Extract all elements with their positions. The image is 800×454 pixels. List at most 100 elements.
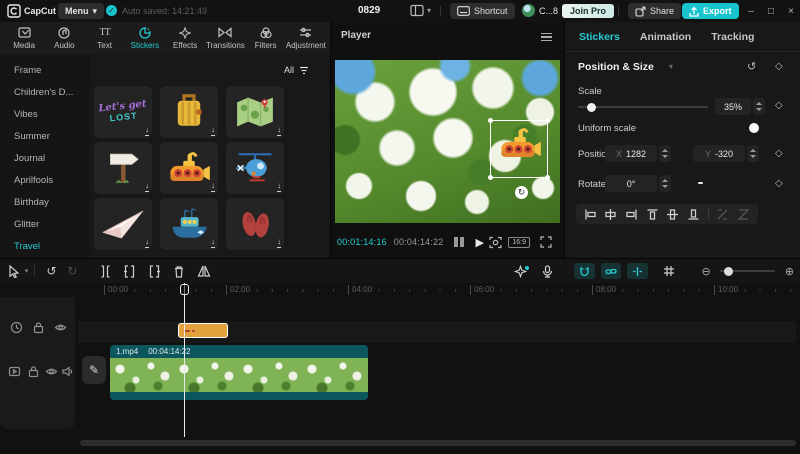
position-x-stepper[interactable] <box>659 145 671 162</box>
delete-icon[interactable] <box>169 265 190 278</box>
reset-icon[interactable]: ↺ <box>747 60 756 73</box>
preview-axis-icon[interactable] <box>659 265 680 277</box>
sticker-paper-plane[interactable]: ↓ <box>94 198 152 250</box>
frame-step-icon[interactable] <box>454 237 464 247</box>
scale-stepper[interactable] <box>753 98 765 115</box>
zoom-in-icon[interactable]: ⊕ <box>779 265 800 278</box>
aspect-ratio-button[interactable]: 16:9 <box>508 237 530 248</box>
track-hide-icon[interactable] <box>45 365 58 378</box>
download-icon[interactable]: ↓ <box>277 238 281 248</box>
download-icon[interactable]: ↓ <box>277 182 281 192</box>
resize-handle[interactable] <box>545 118 550 123</box>
download-icon[interactable]: ↓ <box>211 182 215 192</box>
scale-slider[interactable] <box>578 106 708 108</box>
sticker-lets-get-lost[interactable]: Let's get LOST ↓ <box>94 86 152 138</box>
rotate-stepper[interactable] <box>659 175 671 192</box>
download-icon[interactable]: ↓ <box>145 126 149 136</box>
delete-right-icon[interactable] <box>144 265 165 278</box>
horizontal-scrollbar[interactable] <box>80 440 796 446</box>
track-lock-icon[interactable] <box>32 321 45 334</box>
scale-value-field[interactable]: 35% <box>715 98 751 115</box>
export-button[interactable]: Export <box>682 3 739 19</box>
tab-stickers-settings[interactable]: Stickers <box>579 31 620 43</box>
tab-tracking[interactable]: Tracking <box>711 31 754 43</box>
category-vibes[interactable]: Vibes <box>0 104 90 126</box>
menu-button[interactable]: Menu ▾ <box>58 3 104 19</box>
tab-text[interactable]: TT Text <box>85 27 125 50</box>
keyframe-icon[interactable]: ◇ <box>775 178 783 189</box>
resize-handle[interactable] <box>545 175 550 180</box>
sticker-ship[interactable]: ↓ <box>160 198 218 250</box>
delete-left-icon[interactable] <box>119 265 140 278</box>
record-voiceover-icon[interactable] <box>537 265 558 278</box>
sticker-clip[interactable] <box>178 323 228 338</box>
edit-cover-button[interactable]: ✎ <box>82 356 106 384</box>
sticker-travel-map[interactable]: ↓ <box>226 86 284 138</box>
download-icon[interactable]: ↓ <box>211 126 215 136</box>
category-glitter[interactable]: Glitter <box>0 214 90 236</box>
video-viewport[interactable]: ↻ <box>335 60 560 223</box>
account-name[interactable]: C...8 <box>539 6 558 16</box>
category-journal[interactable]: Journal <box>0 148 90 170</box>
layout-switch-button[interactable]: ▾ <box>410 4 431 17</box>
keyframe-icon[interactable]: ◇ <box>775 61 783 72</box>
split-icon[interactable] <box>95 265 116 278</box>
sticker-suitcase[interactable]: ↓ <box>160 86 218 138</box>
sticker-filter-all[interactable]: All <box>284 62 309 78</box>
tab-stickers[interactable]: Stickers <box>125 27 165 50</box>
keyframe-icon[interactable]: ◇ <box>775 148 783 159</box>
preview-focus-icon[interactable] <box>489 236 502 249</box>
category-aprilfools[interactable]: Aprilfools <box>0 170 90 192</box>
align-center-vertical-icon[interactable] <box>666 208 679 221</box>
play-button[interactable]: ▶ <box>476 236 484 249</box>
avatar[interactable] <box>522 4 535 17</box>
join-pro-button[interactable]: Join Pro <box>562 4 614 18</box>
track-duration-icon[interactable] <box>10 321 23 334</box>
keyframe-icon[interactable]: ◇ <box>775 100 783 111</box>
tab-effects[interactable]: Effects <box>165 27 205 50</box>
sticker-helicopter[interactable]: ↓ <box>226 142 284 194</box>
category-childrens-day[interactable]: Children's D... <box>0 82 90 104</box>
sticker-selection-box[interactable] <box>490 120 548 178</box>
distribute-horizontal-icon[interactable] <box>716 208 729 221</box>
redo-icon[interactable]: ↻ <box>62 264 83 278</box>
align-left-icon[interactable] <box>584 208 597 221</box>
category-travel[interactable]: Travel <box>0 236 90 258</box>
resize-handle[interactable] <box>488 175 493 180</box>
track-hide-icon[interactable] <box>54 321 67 334</box>
rotate-value-field[interactable]: 0° <box>605 175 657 192</box>
align-right-icon[interactable] <box>625 208 638 221</box>
rotate-handle[interactable]: ↻ <box>515 186 528 199</box>
chevron-down-icon[interactable]: ▾ <box>25 267 29 275</box>
playhead[interactable] <box>184 283 185 437</box>
select-tool-icon[interactable] <box>4 265 25 278</box>
close-button[interactable]: × <box>784 4 798 18</box>
category-summer[interactable]: Summer <box>0 126 90 148</box>
category-frame[interactable]: Frame <box>0 60 90 82</box>
voice-enhance-icon[interactable] <box>510 265 531 278</box>
track-lock-icon[interactable] <box>27 365 40 378</box>
link-toggle[interactable] <box>601 263 622 279</box>
track-mute-icon[interactable] <box>61 365 74 378</box>
mirror-icon[interactable] <box>194 265 215 277</box>
video-track-icon[interactable] <box>8 365 21 378</box>
download-icon[interactable]: ↓ <box>211 238 215 248</box>
position-y-field[interactable]: Y -320 <box>693 145 745 162</box>
position-x-field[interactable]: X 1282 <box>605 145 657 162</box>
sticker-signpost[interactable]: ↓ <box>94 142 152 194</box>
magnetic-toggle[interactable] <box>574 263 595 279</box>
download-icon[interactable]: ↓ <box>145 182 149 192</box>
tab-filters[interactable]: Filters <box>246 27 286 50</box>
share-button[interactable]: Share <box>628 3 681 19</box>
undo-icon[interactable]: ↺ <box>41 264 62 278</box>
tab-adjustment[interactable]: Adjustment <box>286 27 326 50</box>
download-icon[interactable]: ↓ <box>277 126 281 136</box>
position-y-stepper[interactable] <box>747 145 759 162</box>
zoom-out-icon[interactable]: ⊖ <box>696 265 717 278</box>
submarine-overlay[interactable] <box>497 125 543 163</box>
category-birthday[interactable]: Birthday <box>0 192 90 214</box>
tab-audio[interactable]: Audio <box>44 27 84 50</box>
download-icon[interactable]: ↓ <box>145 238 149 248</box>
align-center-horizontal-icon[interactable] <box>604 208 617 221</box>
resize-handle[interactable] <box>488 118 493 123</box>
